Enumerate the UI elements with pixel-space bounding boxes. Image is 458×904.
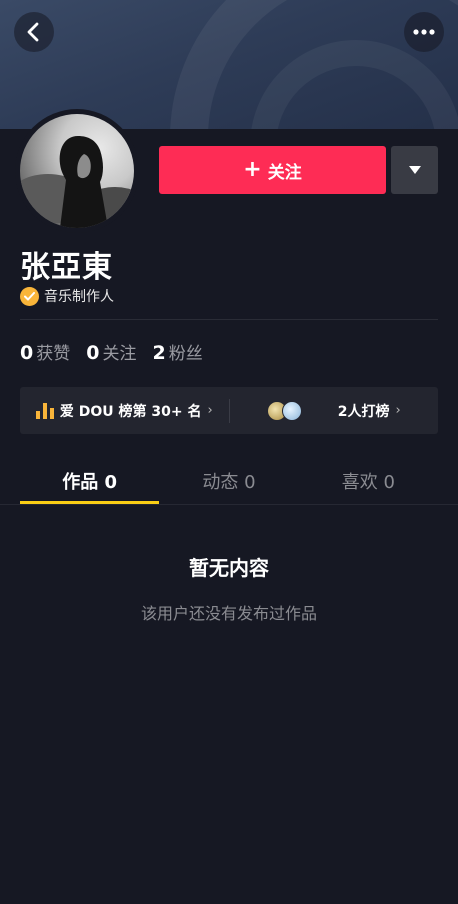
- stat-value: 2: [152, 342, 166, 364]
- chevron-right-icon: ›: [207, 403, 213, 418]
- verified-label: 音乐制作人: [44, 289, 114, 305]
- plus-icon: +: [243, 157, 262, 182]
- stat-following[interactable]: 0 关注: [86, 339, 136, 364]
- dou-rank-link[interactable]: 爱 DOU 榜第 30+ 名 ›: [20, 387, 229, 434]
- back-button[interactable]: [14, 12, 54, 52]
- stat-label: 获赞: [36, 344, 71, 364]
- stats-row: 0 获赞 0 关注 2 粉丝: [20, 339, 203, 364]
- empty-state-subtitle: 该用户还没有发布过作品: [140, 604, 317, 623]
- avatar[interactable]: [15, 109, 139, 233]
- supporter-avatars: [266, 400, 302, 421]
- chevron-left-icon: [27, 22, 39, 42]
- empty-state-title: 暂无内容: [189, 556, 269, 580]
- divider: [0, 504, 458, 505]
- dou-rank-label: 爱 DOU 榜第 30+ 名: [59, 403, 202, 420]
- profile-name: 张亞東: [20, 250, 113, 285]
- content-tabs: 作品 0 动态 0 喜欢 0: [20, 458, 438, 504]
- supporters-label: 2人打榜: [337, 403, 390, 420]
- verification-row: 音乐制作人: [20, 286, 114, 306]
- follow-button[interactable]: + 关注: [159, 146, 386, 194]
- follow-label: 关注: [267, 162, 302, 183]
- more-button[interactable]: [404, 12, 444, 52]
- supporters-link[interactable]: 2人打榜 ›: [230, 387, 439, 434]
- verified-badge-icon: [20, 286, 39, 306]
- triangle-down-icon: [408, 166, 421, 174]
- supporter-avatar: [281, 400, 302, 421]
- more-dots-icon: [413, 29, 435, 35]
- avatar-image: [20, 114, 134, 228]
- bar-chart-icon: [35, 402, 54, 419]
- divider: [20, 319, 438, 320]
- stat-value: 0: [86, 342, 100, 364]
- dou-rank-bar: 爱 DOU 榜第 30+ 名 › 2人打榜 ›: [20, 387, 438, 434]
- chevron-right-icon: ›: [395, 403, 401, 418]
- recommend-dropdown-button[interactable]: [391, 146, 438, 194]
- stat-label: 关注: [102, 344, 137, 364]
- stat-value: 0: [20, 342, 34, 364]
- stat-followers[interactable]: 2 粉丝: [152, 339, 202, 364]
- tab-likes[interactable]: 喜欢 0: [299, 458, 438, 504]
- tab-activity[interactable]: 动态 0: [159, 458, 298, 504]
- tab-works[interactable]: 作品 0: [20, 458, 160, 504]
- stat-label: 粉丝: [168, 344, 203, 364]
- stat-likes[interactable]: 0 获赞: [20, 339, 70, 364]
